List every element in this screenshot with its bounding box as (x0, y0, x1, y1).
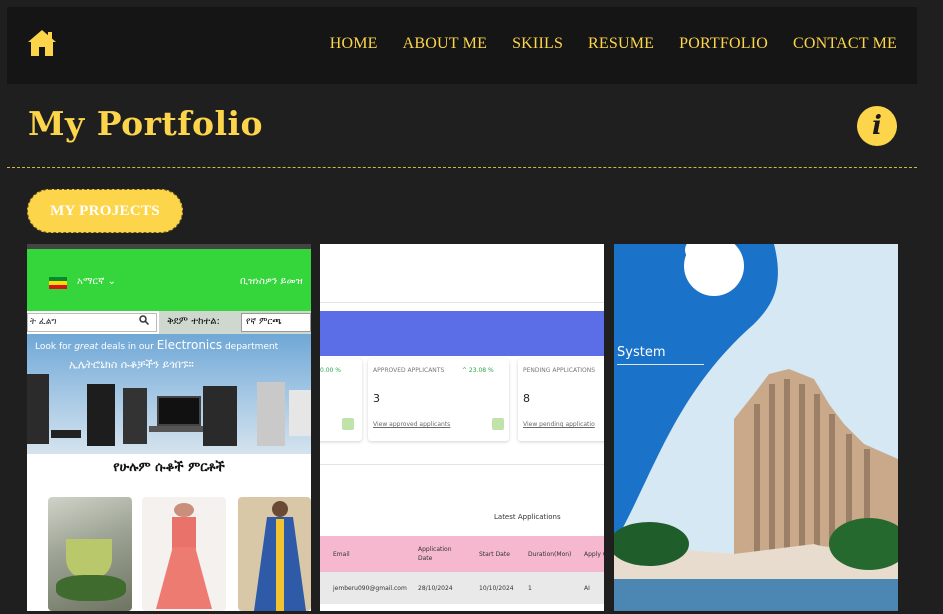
sort-bar: ቅደም ተከተል: የኛ ምርጫ (159, 311, 311, 334)
page-title: My Portfolio (28, 104, 264, 143)
table-header: Email Application Date Start Date Durati… (320, 536, 604, 572)
stat-card-pending: PENDING APPLICATIONS 8 View pending appl… (518, 359, 604, 441)
project-card-ecommerce[interactable]: አማርኛ ⌄ ቢዝነስዎን ይመዝ ት ፈልግ ቅደም ተከተል: የኛ ምርጫ… (27, 244, 311, 611)
my-projects-button[interactable]: MY PROJECTS (27, 189, 183, 233)
mac-pro-image (257, 382, 285, 446)
user-check-icon (492, 418, 504, 430)
section-divider (7, 167, 917, 168)
stat-card-approved: APPROVED APPLICANTS ^ 23.08 % 3 View app… (368, 359, 509, 441)
products-section: የሁሉም ሱቆች ምርቶች (27, 454, 311, 611)
site-header: አማርኛ ⌄ ቢዝነስዎን ይመዝ (27, 249, 311, 311)
search-row: ት ፈልግ ቅደም ተከተል: የኛ ምርጫ (27, 311, 311, 334)
laptop-base-image (149, 426, 207, 432)
top-navbar: HOME ABOUT ME SKIILS RESUME PORTFOLIO CO… (7, 7, 917, 84)
nav-link-portfolio[interactable]: PORTFOLIO (679, 35, 768, 53)
tower-image (123, 388, 147, 444)
imac-image (289, 390, 311, 436)
table-cell: 10/10/2024 (479, 585, 514, 592)
table-footer (320, 604, 604, 611)
header-tagline: ቢዝነስዎን ይመዝ (240, 276, 303, 287)
nav-links: HOME ABOUT ME SKIILS RESUME PORTFOLIO CO… (330, 35, 897, 53)
nav-link-home[interactable]: HOME (330, 35, 378, 53)
table-cell: 1 (528, 585, 532, 592)
stat-label: APPROVED APPLICANTS (373, 367, 445, 374)
search-input: ት ፈልግ (27, 313, 157, 332)
hotel-caption: System (617, 345, 666, 360)
project-card-dashboard[interactable]: 0.00 % APPROVED APPLICANTS ^ 23.08 % 3 V… (320, 244, 604, 611)
table-header-cell: Duration(Mon) (528, 551, 572, 558)
banner-amharic-text: ኢሌትሮኒክስ ሱቆቻችን ይጎበኙ። (69, 358, 194, 371)
stat-label: PENDING APPLICATIONS (523, 367, 596, 374)
stat-value: 3 (373, 392, 380, 405)
hotel-image (614, 244, 898, 611)
project-card-hotel[interactable]: System (614, 244, 898, 611)
monitor-image (27, 374, 49, 444)
info-icon: i (872, 111, 882, 141)
table-cell: jemberu090@gmail.com (333, 585, 407, 592)
nav-link-contact[interactable]: CONTACT ME (793, 35, 897, 53)
dashboard-banner (320, 311, 604, 356)
tower-image (203, 386, 237, 446)
table-header-cell: Email (333, 551, 350, 558)
keyboard-image (51, 430, 81, 438)
table-row: jemberu090@gmail.com 28/10/2024 10/10/20… (320, 572, 604, 604)
info-button[interactable]: i (857, 106, 897, 146)
product-dress-image (142, 497, 226, 611)
table-cell: 28/10/2024 (418, 585, 453, 592)
section-line (320, 464, 604, 465)
language-selector: አማርኛ ⌄ (77, 276, 116, 287)
stat-link: View pending applicatio (523, 421, 595, 428)
sort-select: የኛ ምርጫ (241, 313, 311, 332)
products-title: የሁሉም ሱቆች ምርቶች (113, 460, 225, 475)
banner-text: Look for great deals in our Electronics … (35, 338, 279, 352)
laptop-screen-image (157, 396, 201, 426)
table-header-cell: Application Date (418, 546, 452, 562)
stat-link: View approved applicants (373, 421, 451, 428)
electronics-banner: Look for great deals in our Electronics … (27, 334, 311, 454)
table-header-cell: Apply C (584, 551, 604, 558)
nav-link-skills[interactable]: SKIILS (512, 35, 563, 53)
stat-card-partial: 0.00 % (320, 359, 362, 441)
table-cell: AI (584, 585, 590, 592)
nav-link-resume[interactable]: RESUME (588, 35, 654, 53)
stat-percent: ^ 23.08 % (462, 367, 494, 374)
tower-image (87, 384, 115, 446)
nav-link-about[interactable]: ABOUT ME (403, 35, 487, 53)
product-tea-image (48, 497, 132, 611)
user-icon (342, 418, 354, 430)
topbar-line (320, 302, 604, 303)
stat-value: 8 (523, 392, 530, 405)
caption-underline (617, 364, 704, 365)
search-icon (139, 315, 149, 325)
home-icon[interactable] (27, 29, 57, 57)
ethiopia-flag-icon (49, 277, 67, 289)
product-habesha-dress-image (238, 497, 311, 611)
table-header-cell: Start Date (479, 551, 510, 558)
my-projects-label: MY PROJECTS (50, 202, 160, 219)
sort-label: ቅደም ተከተል: (167, 316, 220, 327)
latest-applications-title: Latest Applications (494, 513, 561, 521)
